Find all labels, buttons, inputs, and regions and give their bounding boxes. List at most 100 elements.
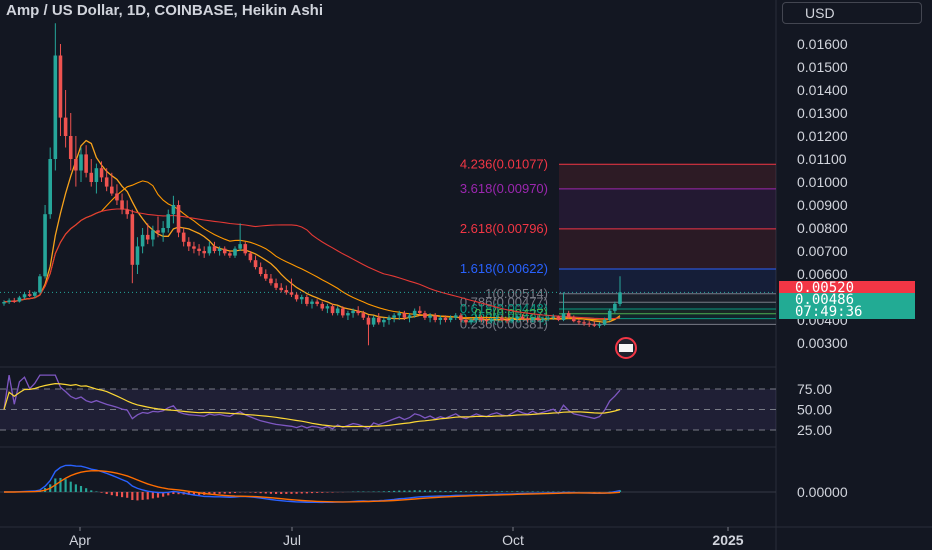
candle-body bbox=[371, 317, 376, 325]
fib-zone bbox=[559, 188, 776, 229]
candle-body bbox=[376, 317, 381, 323]
candle-body bbox=[22, 294, 27, 298]
candle-body bbox=[284, 290, 289, 293]
candle-body bbox=[556, 316, 561, 320]
fib-zone bbox=[559, 268, 776, 294]
candle-body bbox=[607, 310, 612, 320]
candle-body bbox=[207, 246, 212, 254]
candle-body bbox=[305, 297, 309, 304]
candle-body bbox=[423, 313, 427, 318]
candle-body bbox=[151, 230, 155, 240]
candle-body bbox=[453, 315, 458, 318]
time-axis-label: Oct bbox=[502, 532, 524, 548]
price-tick-label: 0.01000 bbox=[797, 174, 848, 190]
fib-zone bbox=[559, 293, 776, 303]
candle-body bbox=[561, 313, 566, 320]
candle-body bbox=[577, 321, 581, 323]
candle-body bbox=[443, 317, 448, 320]
candle-body bbox=[197, 248, 201, 251]
candle-body bbox=[351, 310, 355, 314]
candle-body bbox=[510, 318, 514, 322]
candle-body bbox=[597, 324, 602, 326]
candle-body bbox=[202, 251, 206, 254]
fib-level-label: 3.618(0.00970) bbox=[460, 181, 548, 196]
candle-body bbox=[279, 287, 283, 291]
candle-body bbox=[618, 292, 622, 304]
candle-body bbox=[253, 260, 258, 268]
candle-body bbox=[613, 303, 617, 311]
candle-body bbox=[17, 297, 22, 302]
candle-body bbox=[407, 315, 412, 318]
fib-level-label: 4.236(0.01077) bbox=[460, 156, 548, 171]
candle-body bbox=[392, 315, 396, 318]
candle-body bbox=[382, 320, 386, 323]
price-tick-label: 0.00300 bbox=[797, 335, 848, 351]
candle-body bbox=[546, 317, 550, 319]
candle-body bbox=[228, 253, 232, 256]
candle-body bbox=[299, 297, 304, 300]
fib-level-label: 2.618(0.00796) bbox=[460, 221, 548, 236]
rsi-tick-label: 25.00 bbox=[797, 422, 832, 438]
candle-body bbox=[356, 310, 360, 314]
candle-body bbox=[74, 159, 78, 171]
macd-tick-label: 0.00000 bbox=[797, 484, 848, 500]
price-chart[interactable]: 4.236(0.01077) 3.618(0.00970) 2.618(0.0079… bbox=[0, 0, 932, 550]
candle-body bbox=[438, 317, 443, 320]
fib-zone bbox=[559, 164, 776, 189]
candle-body bbox=[315, 301, 319, 304]
event-flag-icon bbox=[619, 344, 633, 352]
candle-body bbox=[387, 317, 391, 320]
fib-level-label: 1.618(0.00622) bbox=[460, 261, 548, 276]
candle-body bbox=[68, 136, 73, 159]
candle-body bbox=[310, 301, 314, 304]
candle-body bbox=[500, 317, 504, 320]
candle-body bbox=[222, 248, 227, 254]
price-tick-label: 0.01200 bbox=[797, 128, 848, 144]
candle-body bbox=[361, 313, 366, 318]
candle-body bbox=[397, 313, 402, 316]
candle-body bbox=[79, 154, 83, 171]
candle-body bbox=[274, 283, 278, 288]
candle-body bbox=[145, 234, 150, 240]
candle-body bbox=[459, 315, 463, 320]
time-axis-label: Apr bbox=[69, 532, 91, 548]
candle-body bbox=[135, 246, 140, 265]
fib-zone bbox=[559, 308, 776, 314]
candle-body bbox=[412, 310, 417, 316]
candle-body bbox=[566, 313, 571, 318]
price-tick-label: 0.00700 bbox=[797, 243, 848, 259]
candle-body bbox=[525, 318, 530, 320]
candle-body bbox=[530, 317, 535, 320]
candle-body bbox=[63, 117, 68, 136]
candle-body bbox=[212, 246, 217, 251]
candle-body bbox=[269, 278, 273, 284]
candle-body bbox=[489, 318, 494, 322]
candle-body bbox=[469, 320, 473, 323]
candle-body bbox=[402, 313, 407, 318]
candle-body bbox=[582, 322, 586, 324]
candle-body bbox=[217, 248, 222, 251]
candle-body bbox=[587, 323, 591, 325]
candle-body bbox=[53, 55, 58, 159]
candle-body bbox=[166, 214, 171, 228]
candle-body bbox=[243, 244, 248, 254]
chart-title: Amp / US Dollar, 1D, COINBASE, Heikin As… bbox=[6, 2, 324, 19]
candle-body bbox=[7, 300, 11, 303]
candle-body bbox=[161, 228, 165, 233]
candle-body bbox=[238, 244, 242, 249]
candle-body bbox=[187, 241, 191, 247]
rsi-tick-label: 75.00 bbox=[797, 381, 832, 397]
candle-body bbox=[171, 205, 176, 215]
candle-body bbox=[464, 320, 468, 323]
currency-button[interactable]: USD bbox=[782, 2, 922, 24]
candle-body bbox=[125, 209, 129, 215]
candle-body bbox=[156, 230, 160, 233]
candle-body bbox=[536, 317, 540, 320]
candle-body bbox=[366, 317, 371, 325]
candle-body bbox=[474, 317, 479, 320]
candle-body bbox=[84, 154, 88, 173]
candle-body bbox=[325, 306, 330, 309]
candle-body bbox=[495, 317, 499, 319]
candle-body bbox=[192, 246, 196, 249]
candle-body bbox=[448, 317, 453, 320]
